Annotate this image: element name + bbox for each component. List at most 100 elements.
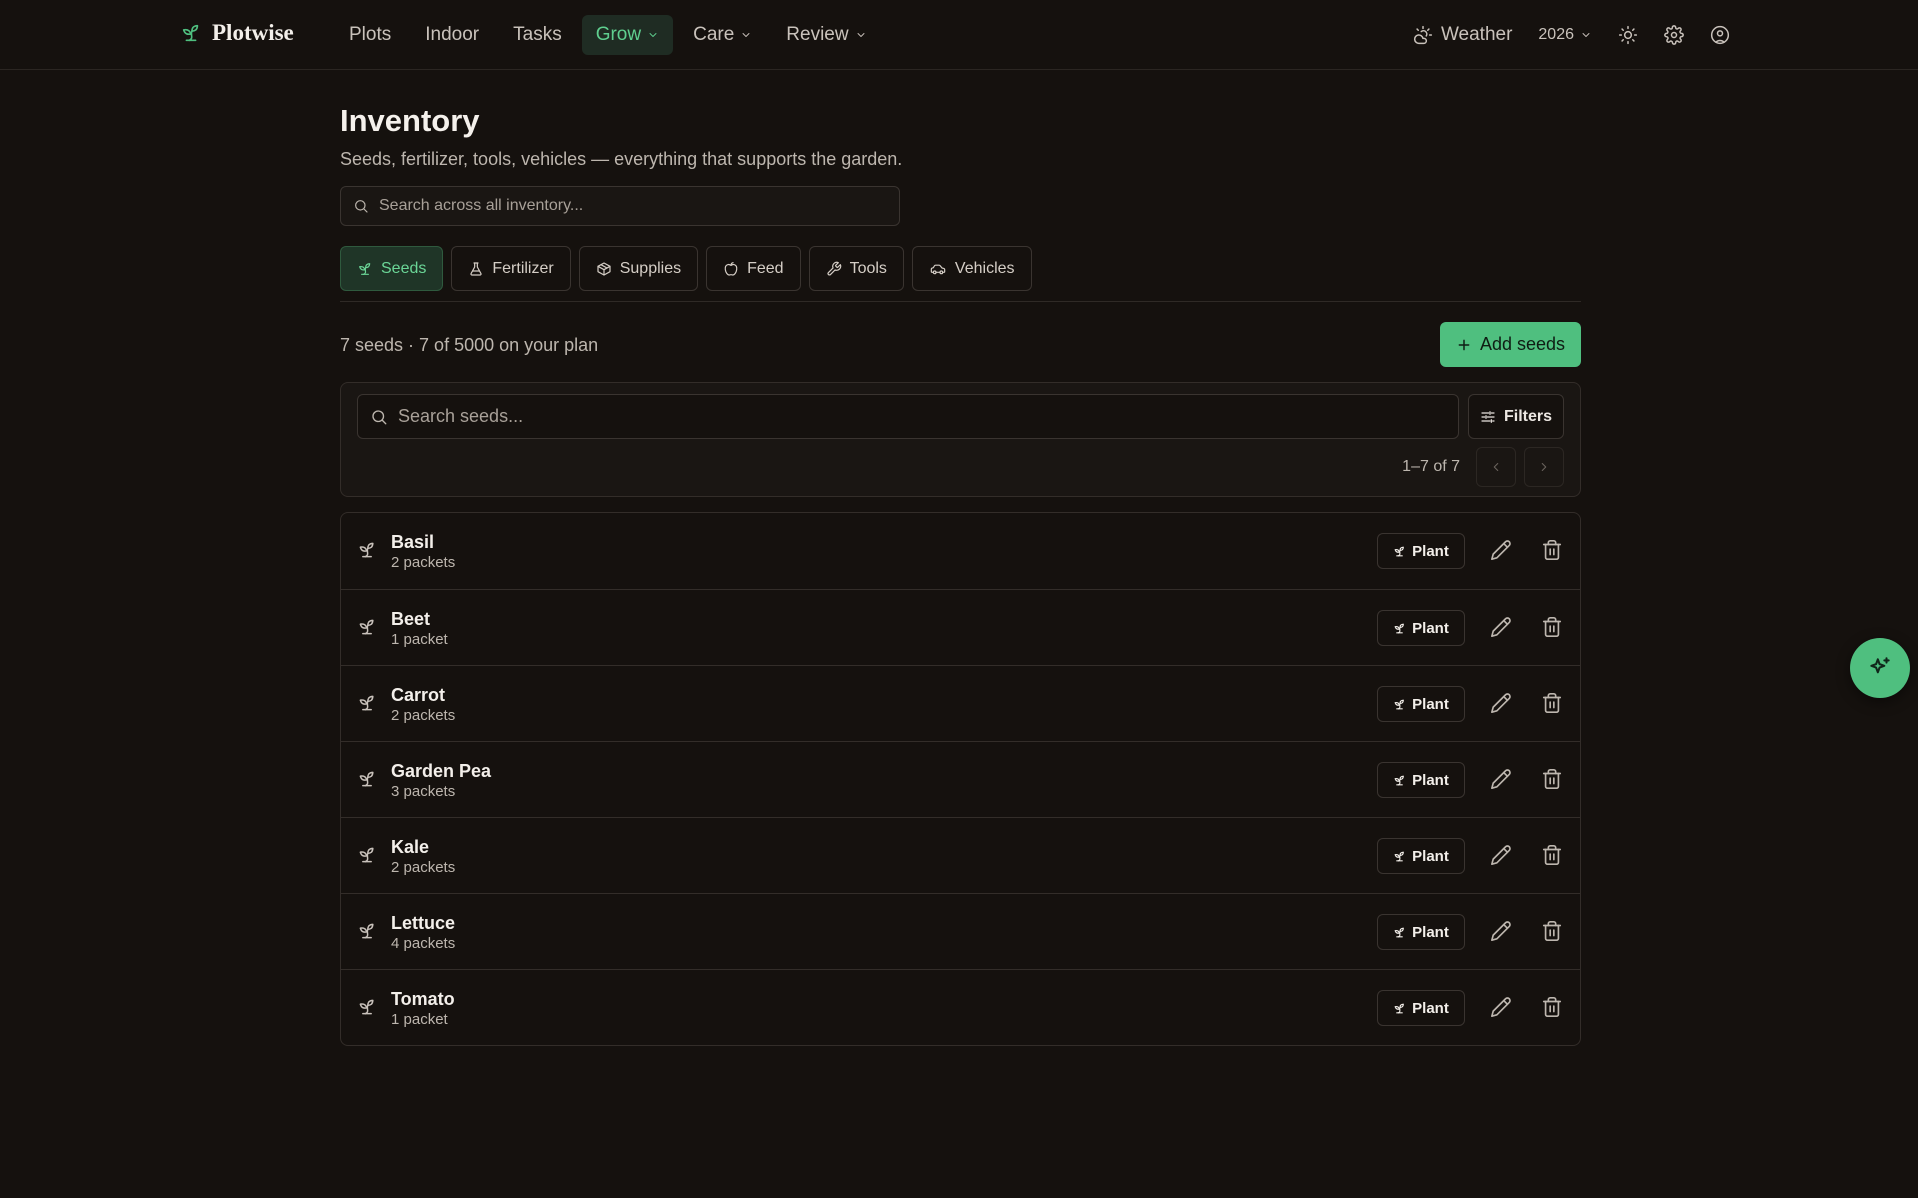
chevron-right-icon [1537,460,1551,474]
nav-item-care[interactable]: Care [679,15,766,55]
tab-label: Supplies [619,259,682,277]
list-item[interactable]: Carrot 2 packets Plant [341,665,1580,741]
plant-label: Plant [1412,847,1449,865]
brand-logo[interactable]: Plotwise [180,20,294,46]
sprout-icon [357,692,377,714]
sprout-icon [1393,698,1406,711]
seed-search-input[interactable] [398,406,1448,427]
pencil-icon [1490,768,1512,790]
seed-quantity: 2 packets [391,707,456,724]
plant-button[interactable]: Plant [1377,686,1465,722]
sun-icon [1618,25,1638,45]
global-search-box [340,186,900,226]
seed-name: Kale [391,837,430,857]
seed-count-summary: 7 seeds · 7 of 5000 on your plan [340,335,599,355]
delete-button[interactable] [1541,768,1563,790]
nav-item-plots[interactable]: Plots [335,15,405,55]
pencil-icon [1490,616,1512,638]
list-item[interactable]: Garden Pea 3 packets Plant [341,741,1580,817]
tab-tools[interactable]: Tools [808,246,904,291]
delete-button[interactable] [1541,692,1563,714]
edit-button[interactable] [1490,920,1512,942]
nav-item-tasks[interactable]: Tasks [499,15,576,55]
delete-button[interactable] [1541,539,1563,561]
edit-button[interactable] [1490,768,1512,790]
plant-label: Plant [1412,695,1449,713]
seed-name: Basil [391,532,435,552]
plant-label: Plant [1412,999,1449,1017]
seed-quantity: 4 packets [391,935,456,952]
nav-item-indoor[interactable]: Indoor [411,15,493,55]
seed-info: Kale 2 packets [391,836,455,878]
plant-label: Plant [1412,542,1449,560]
nav-item-review[interactable]: Review [772,15,880,55]
gear-icon [1664,25,1684,45]
list-item[interactable]: Basil 2 packets Plant [341,513,1580,589]
assistant-fab-button[interactable] [1850,638,1910,698]
seed-quantity: 2 packets [391,859,456,876]
filters-button[interactable]: Filters [1468,394,1564,439]
delete-button[interactable] [1541,996,1563,1018]
next-page-button[interactable] [1524,447,1564,487]
account-button[interactable] [1702,15,1738,55]
edit-button[interactable] [1490,844,1512,866]
search-icon [370,408,388,426]
list-item[interactable]: Kale 2 packets Plant [341,817,1580,893]
plant-button[interactable]: Plant [1377,914,1465,950]
plant-button[interactable]: Plant [1377,762,1465,798]
plant-button[interactable]: Plant [1377,610,1465,646]
filters-label: Filters [1503,407,1552,425]
tab-feed[interactable]: Feed [706,246,801,291]
add-seeds-button[interactable]: Add seeds [1439,322,1581,367]
tab-seeds[interactable]: Seeds [340,246,444,291]
page-subtitle: Seeds, fertilizer, tools, vehicles — eve… [340,149,903,169]
sprout-icon [1393,545,1406,558]
tab-supplies[interactable]: Supplies [578,246,699,291]
settings-button[interactable] [1656,15,1692,55]
list-item[interactable]: Lettuce 4 packets Plant [341,893,1580,969]
seed-list: Basil 2 packets Plant Beet 1 packet Plan… [340,512,1581,1046]
edit-button[interactable] [1490,616,1512,638]
seed-name: Garden Pea [391,761,492,781]
year-label: 2026 [1538,26,1574,43]
theme-toggle-button[interactable] [1610,15,1646,55]
sprout-logo-icon [180,21,202,45]
sliders-icon [1480,409,1496,425]
trash-icon [1541,844,1563,866]
tab-label: Vehicles [954,259,1015,277]
list-item[interactable]: Beet 1 packet Plant [341,589,1580,665]
delete-button[interactable] [1541,844,1563,866]
seed-info: Tomato 1 packet [391,988,455,1030]
weather-label: Weather [1440,24,1513,45]
trash-icon [1541,539,1563,561]
plant-button[interactable]: Plant [1377,990,1465,1026]
sparkles-icon [1867,655,1893,681]
nav-item-grow[interactable]: Grow [581,15,674,55]
tab-fertilizer[interactable]: Fertilizer [451,246,571,291]
tab-label: Fertilizer [492,259,554,277]
tab-label: Tools [849,259,887,277]
nav-right-controls: Weather 2026 [1405,15,1738,55]
edit-button[interactable] [1490,996,1512,1018]
chevron-left-icon [1489,460,1503,474]
edit-button[interactable] [1490,539,1512,561]
edit-button[interactable] [1490,692,1512,714]
plant-button[interactable]: Plant [1377,533,1465,569]
box-icon [596,261,612,277]
global-search-input[interactable] [379,197,879,215]
chevron-down-icon [740,29,752,41]
trash-icon [1541,616,1563,638]
tab-vehicles[interactable]: Vehicles [911,246,1032,291]
plant-button[interactable]: Plant [1377,838,1465,874]
weather-button[interactable]: Weather [1405,15,1520,55]
sprout-icon [357,768,377,790]
previous-page-button[interactable] [1476,447,1516,487]
apple-icon [723,261,739,277]
year-selector[interactable]: 2026 [1530,15,1600,55]
seed-name: Tomato [391,989,455,1009]
pencil-icon [1490,920,1512,942]
delete-button[interactable] [1541,920,1563,942]
list-item[interactable]: Tomato 1 packet Plant [341,969,1580,1045]
seed-name: Carrot [391,685,446,705]
delete-button[interactable] [1541,616,1563,638]
